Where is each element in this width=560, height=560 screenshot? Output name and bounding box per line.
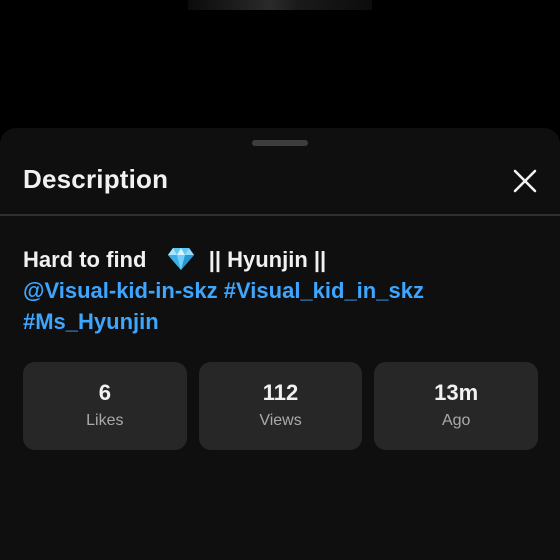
views-label: Views [259, 412, 302, 429]
likes-label: Likes [86, 412, 124, 429]
age-value: 13m [434, 380, 479, 405]
description-panel: Description Hard to find || Hyunjin || @… [0, 128, 560, 560]
description-artist-part: || Hyunjin || [208, 247, 327, 272]
video-frame [188, 0, 372, 10]
stat-card-age: 13m Ago [374, 362, 539, 450]
description-title-part: Hard to find [23, 247, 147, 272]
drag-handle[interactable] [252, 140, 308, 146]
panel-title: Description [23, 164, 169, 194]
views-count: 112 [262, 380, 299, 405]
close-icon [513, 169, 537, 193]
gem-icon [167, 248, 194, 270]
channel-mention-link[interactable]: @Visual-kid-in-skz [23, 278, 218, 303]
header-divider [0, 214, 560, 216]
video-player-area[interactable] [0, 0, 560, 130]
description-text: Hard to find || Hyunjin || @Visual-kid-i… [23, 244, 543, 337]
close-button[interactable] [508, 164, 542, 198]
age-label: Ago [441, 412, 471, 429]
likes-count: 6 [98, 380, 111, 405]
description-line-2: @Visual-kid-in-skz #Visual_kid_in_skz [23, 275, 543, 306]
stats-row: 6 Likes 112 Views 13m Ago [23, 362, 539, 450]
hashtag-link-visual-kid[interactable]: #Visual_kid_in_skz [224, 278, 424, 303]
description-line-1: Hard to find || Hyunjin || [23, 244, 543, 275]
stat-card-likes: 6 Likes [23, 362, 187, 450]
hashtag-link-ms-hyunjin[interactable]: #Ms_Hyunjin [23, 309, 159, 334]
stat-card-views: 112 Views [198, 362, 363, 450]
description-line-3: #Ms_Hyunjin [23, 306, 543, 337]
